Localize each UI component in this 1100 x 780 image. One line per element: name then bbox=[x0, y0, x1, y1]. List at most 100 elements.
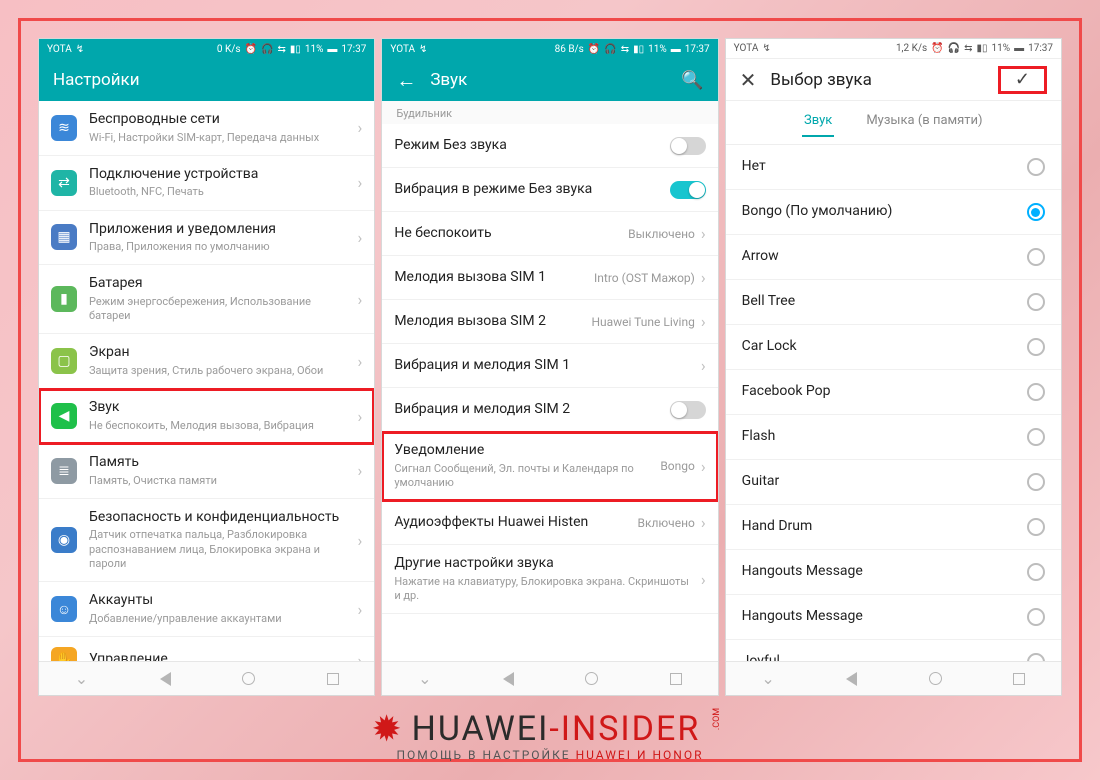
nav-back-icon[interactable] bbox=[503, 672, 514, 686]
row-title: Уведомление bbox=[394, 442, 654, 460]
radio[interactable] bbox=[1027, 203, 1045, 221]
carrier: YOTA bbox=[734, 43, 759, 54]
chevron-right-icon: › bbox=[701, 457, 706, 476]
nav-home-icon[interactable] bbox=[585, 672, 598, 685]
nav-bar: ⌄ bbox=[726, 661, 1061, 695]
app-bar: ← Звук 🔍 bbox=[382, 59, 717, 101]
settings-list[interactable]: ≋ Беспроводные сети Wi-Fi, Настройки SIM… bbox=[39, 101, 374, 661]
sound-row-7[interactable]: Уведомление Сигнал Сообщений, Эл. почты … bbox=[382, 432, 717, 501]
settings-row-8[interactable]: ☺ Аккаунты Добавление/управление аккаунт… bbox=[39, 582, 374, 637]
row-icon: ☺ bbox=[51, 596, 77, 622]
settings-row-5[interactable]: ◀︎ Звук Не беспокоить, Мелодия вызова, В… bbox=[39, 389, 374, 444]
ringtone-row-0[interactable]: Нет bbox=[726, 145, 1061, 190]
sound-row-6[interactable]: Вибрация и мелодия SIM 2 bbox=[382, 388, 717, 432]
radio[interactable] bbox=[1027, 563, 1045, 581]
toggle[interactable] bbox=[670, 137, 706, 155]
sound-row-4[interactable]: Мелодия вызова SIM 2 Huawei Tune Living› bbox=[382, 300, 717, 344]
ringtone-row-3[interactable]: Bell Tree bbox=[726, 280, 1061, 325]
row-title: Мелодия вызова SIM 1 bbox=[394, 269, 588, 287]
radio[interactable] bbox=[1027, 383, 1045, 401]
sound-row-9[interactable]: Другие настройки звука Нажатие на клавиа… bbox=[382, 545, 717, 614]
settings-row-9[interactable]: ✋ Управление › bbox=[39, 637, 374, 661]
toggle[interactable] bbox=[670, 181, 706, 199]
chevron-right-icon: › bbox=[358, 228, 363, 247]
phone-sound: YOTA↯ 86 B/s⏰🎧⇆▮▯11%▬17:37 ← Звук 🔍 Буди… bbox=[381, 38, 718, 696]
nav-collapse-icon[interactable]: ⌄ bbox=[75, 669, 88, 688]
ringtone-row-4[interactable]: Car Lock bbox=[726, 325, 1061, 370]
signal-icon: ▮▯ bbox=[290, 44, 301, 55]
sound-row-1[interactable]: Вибрация в режиме Без звука bbox=[382, 168, 717, 212]
radio[interactable] bbox=[1027, 338, 1045, 356]
ringtone-row-2[interactable]: Arrow bbox=[726, 235, 1061, 280]
row-title: Подключение устройства bbox=[89, 166, 352, 184]
row-title: Режим Без звука bbox=[394, 137, 669, 155]
chevron-right-icon: › bbox=[701, 570, 706, 589]
nav-collapse-icon[interactable]: ⌄ bbox=[761, 669, 774, 688]
ringtone-row-5[interactable]: Facebook Pop bbox=[726, 370, 1061, 415]
row-icon: ▦ bbox=[51, 224, 77, 250]
nav-back-icon[interactable] bbox=[160, 672, 171, 686]
nav-home-icon[interactable] bbox=[929, 672, 942, 685]
ringtone-row-6[interactable]: Flash bbox=[726, 415, 1061, 460]
settings-row-1[interactable]: ⇄ Подключение устройства Bluetooth, NFC,… bbox=[39, 156, 374, 211]
radio[interactable] bbox=[1027, 518, 1045, 536]
search-icon[interactable]: 🔍 bbox=[681, 70, 703, 91]
close-icon[interactable]: ✕ bbox=[740, 68, 757, 92]
ringtone-name: Hangouts Message bbox=[742, 608, 863, 626]
sound-row-5[interactable]: Вибрация и мелодия SIM 1 › bbox=[382, 344, 717, 388]
radio[interactable] bbox=[1027, 608, 1045, 626]
ringtone-row-10[interactable]: Hangouts Message bbox=[726, 595, 1061, 640]
row-sub: Память, Очистка памяти bbox=[89, 474, 352, 488]
ringtone-row-8[interactable]: Hand Drum bbox=[726, 505, 1061, 550]
clock: 17:37 bbox=[341, 44, 366, 55]
nav-recent-icon[interactable] bbox=[1013, 673, 1025, 685]
settings-row-3[interactable]: ▮ Батарея Режим энергосбережения, Исполь… bbox=[39, 265, 374, 334]
alarm-icon: ⏰ bbox=[245, 44, 257, 55]
radio[interactable] bbox=[1027, 653, 1045, 661]
radio[interactable] bbox=[1027, 248, 1045, 266]
chevron-right-icon: › bbox=[358, 352, 363, 371]
settings-row-0[interactable]: ≋ Беспроводные сети Wi-Fi, Настройки SIM… bbox=[39, 101, 374, 156]
radio[interactable] bbox=[1027, 473, 1045, 491]
ringtone-name: Car Lock bbox=[742, 338, 797, 356]
nav-recent-icon[interactable] bbox=[670, 673, 682, 685]
nav-collapse-icon[interactable]: ⌄ bbox=[418, 669, 431, 688]
ringtone-row-1[interactable]: Bongo (По умолчанию) bbox=[726, 190, 1061, 235]
radio[interactable] bbox=[1027, 158, 1045, 176]
slogan: ПОМОЩЬ В НАСТРОЙКЕ HUAWEI И HONOR bbox=[0, 748, 1100, 762]
settings-row-7[interactable]: ◉ Безопасность и конфиденциальность Датч… bbox=[39, 499, 374, 582]
sound-list[interactable]: Будильник Режим Без звука Вибрация в реж… bbox=[382, 101, 717, 661]
settings-row-2[interactable]: ▦ Приложения и уведомления Права, Прилож… bbox=[39, 211, 374, 266]
ringtone-name: Bell Tree bbox=[742, 293, 795, 311]
tab-music[interactable]: Музыка (в памяти) bbox=[864, 109, 984, 136]
radio[interactable] bbox=[1027, 428, 1045, 446]
nav-back-icon[interactable] bbox=[846, 672, 857, 686]
ringtone-row-9[interactable]: Hangouts Message bbox=[726, 550, 1061, 595]
ringtone-row-7[interactable]: Guitar bbox=[726, 460, 1061, 505]
chevron-right-icon: › bbox=[358, 118, 363, 137]
back-icon[interactable]: ← bbox=[396, 68, 416, 93]
row-sub: Не беспокоить, Мелодия вызова, Вибрация bbox=[89, 419, 352, 433]
ringtone-list[interactable]: Нет Bongo (По умолчанию) Arrow Bell Tree… bbox=[726, 145, 1061, 661]
settings-row-6[interactable]: ≣ Память Память, Очистка памяти › bbox=[39, 444, 374, 499]
radio[interactable] bbox=[1027, 293, 1045, 311]
settings-row-4[interactable]: ▢ Экран Защита зрения, Стиль рабочего эк… bbox=[39, 334, 374, 389]
row-sub: Режим энергосбережения, Использование ба… bbox=[89, 295, 352, 324]
nav-recent-icon[interactable] bbox=[327, 673, 339, 685]
toggle[interactable] bbox=[670, 401, 706, 419]
chevron-right-icon: › bbox=[358, 651, 363, 661]
sound-row-0[interactable]: Режим Без звука bbox=[382, 124, 717, 168]
row-sub: Bluetooth, NFC, Печать bbox=[89, 185, 352, 199]
ringtone-name: Hand Drum bbox=[742, 518, 813, 536]
confirm-check-highlight[interactable]: ✓ bbox=[998, 66, 1047, 94]
tab-sound[interactable]: Звук bbox=[802, 109, 834, 136]
nav-home-icon[interactable] bbox=[242, 672, 255, 685]
sound-row-2[interactable]: Не беспокоить Выключено› bbox=[382, 212, 717, 256]
status-bar: YOTA↯ 1,2 K/s⏰🎧⇆▮▯11%▬17:37 bbox=[726, 39, 1061, 59]
sound-row-3[interactable]: Мелодия вызова SIM 1 Intro (OST Мажор)› bbox=[382, 256, 717, 300]
nav-bar: ⌄ bbox=[39, 661, 374, 695]
row-icon: ≋ bbox=[51, 115, 77, 141]
sound-row-8[interactable]: Аудиоэффекты Huawei Histen Включено› bbox=[382, 501, 717, 545]
row-title: Память bbox=[89, 454, 352, 472]
ringtone-row-11[interactable]: Joyful bbox=[726, 640, 1061, 661]
